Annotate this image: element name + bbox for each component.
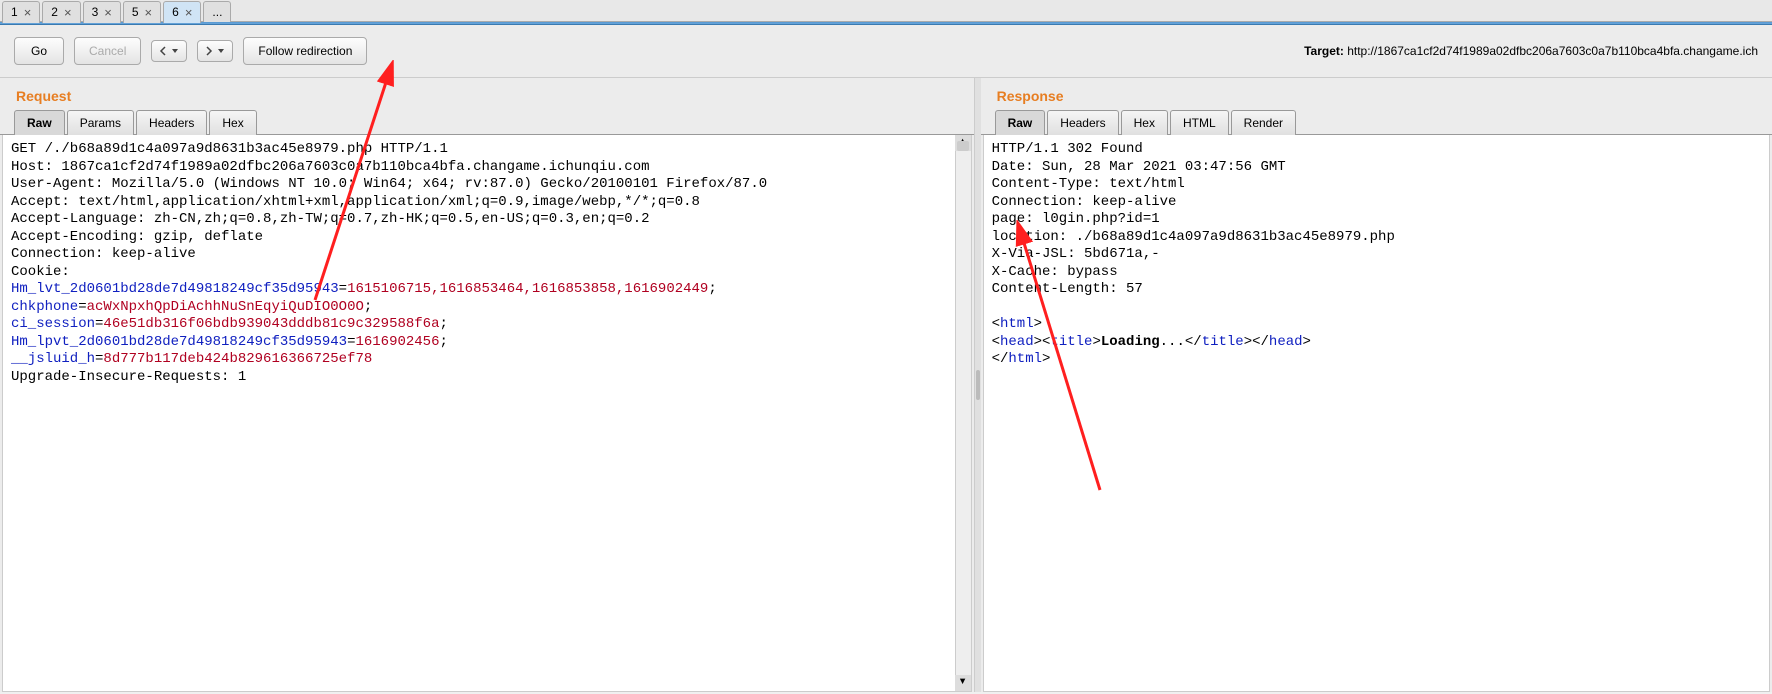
response-raw-viewer[interactable]: HTTP/1.1 302 FoundDate: Sun, 28 Mar 2021… bbox=[983, 135, 1770, 692]
close-icon[interactable]: × bbox=[104, 5, 112, 20]
request-subtabs: Raw Params Headers Hex bbox=[0, 110, 974, 135]
chevron-left-icon bbox=[158, 46, 168, 56]
tab-params[interactable]: Params bbox=[67, 110, 134, 135]
repeater-tabs: 1 × 2 × 3 × 5 × 6 × ... bbox=[0, 0, 1772, 22]
chevron-right-icon bbox=[204, 46, 214, 56]
tab-headers[interactable]: Headers bbox=[136, 110, 207, 135]
repeater-tab-1[interactable]: 1 × bbox=[2, 1, 40, 23]
repeater-tab-6[interactable]: 6 × bbox=[163, 1, 201, 23]
tab-label: 2 bbox=[51, 5, 58, 19]
request-raw-editor[interactable]: GET /./b68a89d1c4a097a9d8631b3ac45e8979.… bbox=[2, 135, 972, 692]
target-label: Target: http://1867ca1cf2d74f1989a02dfbc… bbox=[1304, 44, 1758, 58]
tab-render[interactable]: Render bbox=[1231, 110, 1296, 135]
target-prefix: Target: bbox=[1304, 44, 1347, 58]
repeater-tab-more[interactable]: ... bbox=[203, 1, 231, 22]
go-button[interactable]: Go bbox=[14, 37, 64, 65]
request-title: Request bbox=[0, 78, 974, 110]
request-panel: Request Raw Params Headers Hex GET /./b6… bbox=[0, 78, 975, 692]
history-back-button[interactable] bbox=[151, 40, 187, 62]
tab-raw[interactable]: Raw bbox=[995, 110, 1046, 135]
chevron-down-icon bbox=[216, 46, 226, 56]
tab-label: 5 bbox=[132, 5, 139, 19]
target-url: http://1867ca1cf2d74f1989a02dfbc206a7603… bbox=[1347, 44, 1758, 58]
tab-headers[interactable]: Headers bbox=[1047, 110, 1118, 135]
response-title: Response bbox=[981, 78, 1772, 110]
cancel-button[interactable]: Cancel bbox=[74, 37, 141, 65]
main-split: Request Raw Params Headers Hex GET /./b6… bbox=[0, 78, 1772, 692]
scroll-down-icon[interactable]: ▾ bbox=[955, 675, 971, 691]
toolbar: Go Cancel Follow redirection Target: htt… bbox=[0, 25, 1772, 78]
tab-label: 3 bbox=[92, 5, 99, 19]
tab-label: ... bbox=[212, 5, 222, 19]
tab-hex[interactable]: Hex bbox=[1121, 110, 1168, 135]
split-handle[interactable] bbox=[975, 78, 981, 692]
tab-label: 1 bbox=[11, 5, 18, 19]
response-panel: Response Raw Headers Hex HTML Render HTT… bbox=[981, 78, 1772, 692]
scroll-thumb[interactable] bbox=[957, 141, 969, 151]
tab-raw[interactable]: Raw bbox=[14, 110, 65, 135]
close-icon[interactable]: × bbox=[185, 5, 193, 20]
repeater-tab-3[interactable]: 3 × bbox=[83, 1, 121, 23]
tab-label: 6 bbox=[172, 5, 179, 19]
response-subtabs: Raw Headers Hex HTML Render bbox=[981, 110, 1772, 135]
repeater-tab-5[interactable]: 5 × bbox=[123, 1, 161, 23]
history-forward-button[interactable] bbox=[197, 40, 233, 62]
tab-hex[interactable]: Hex bbox=[209, 110, 256, 135]
scrollbar[interactable]: ▴ ▾ bbox=[955, 135, 971, 691]
repeater-tab-2[interactable]: 2 × bbox=[42, 1, 80, 23]
chevron-down-icon bbox=[170, 46, 180, 56]
close-icon[interactable]: × bbox=[145, 5, 153, 20]
follow-redirection-button[interactable]: Follow redirection bbox=[243, 37, 367, 65]
close-icon[interactable]: × bbox=[24, 5, 32, 20]
close-icon[interactable]: × bbox=[64, 5, 72, 20]
tab-html[interactable]: HTML bbox=[1170, 110, 1229, 135]
